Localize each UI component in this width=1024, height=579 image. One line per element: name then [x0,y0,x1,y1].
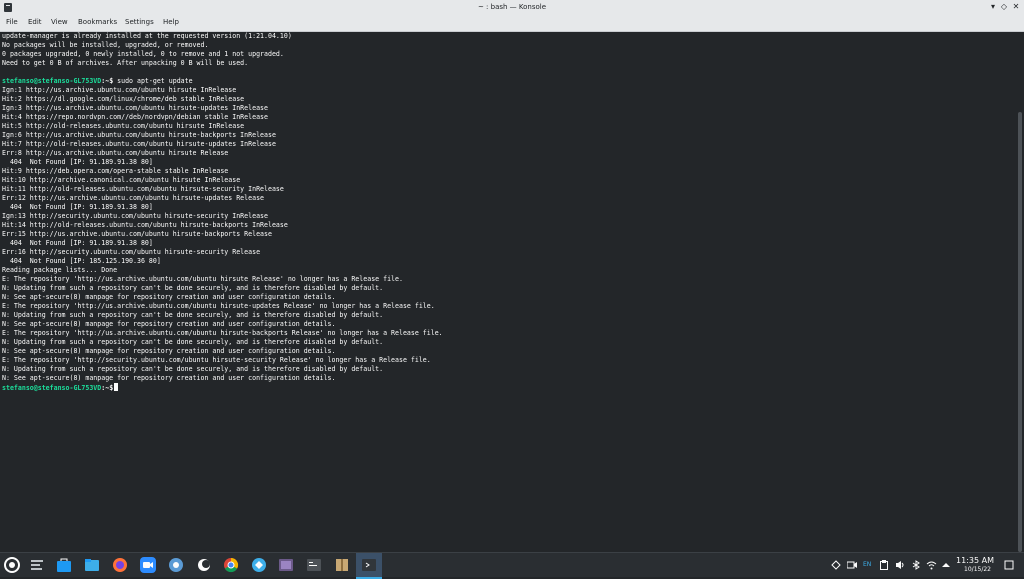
terminal-line: Hit:10 http://archive.canonical.com/ubun… [2,176,241,184]
prompt-path: :~$ [101,77,114,85]
minimize-button[interactable]: ▾ [988,2,998,12]
terminal-line: 404 Not Found [IP: 91.189.91.38 80] [2,239,153,247]
menu-view[interactable]: View [51,18,68,26]
clock-date[interactable]: 10/15/22 [964,566,991,573]
terminal-line: N: See apt-secure(8) manpage for reposit… [2,320,336,328]
chrome-icon[interactable] [222,556,240,574]
menu-edit[interactable]: Edit [28,18,42,26]
terminal-line: 404 Not Found [IP: 185.125.190.36 80] [2,257,161,265]
terminal-icon[interactable] [305,556,323,574]
network-icon[interactable] [926,560,937,570]
window-title: ~ : bash — Konsole [477,3,547,11]
discover-icon[interactable] [831,560,841,570]
terminal-line: Need to get 0 B of archives. After unpac… [2,59,249,67]
camera-icon[interactable] [847,560,857,570]
terminal-line: N: Updating from such a repository can't… [2,311,384,319]
terminal-line: 404 Not Found [IP: 91.189.91.38 80] [2,203,153,211]
terminal-line: N: Updating from such a repository can't… [2,365,384,373]
terminal-line: Ign:13 http://security.ubuntu.com/ubuntu… [2,212,268,220]
terminal-scrollbar[interactable] [1016,32,1024,552]
terminal-line: Err:16 http://security.ubuntu.com/ubuntu… [2,248,261,256]
menu-help[interactable]: Help [163,18,179,26]
archive-icon[interactable] [333,556,351,574]
thunderbird-icon[interactable] [195,556,213,574]
close-button[interactable]: ✕ [1011,2,1021,12]
terminal-line: Hit:9 https://deb.opera.com/opera-stable… [2,167,229,175]
prompt-user: stefanso@stefanso-GL753VD [2,384,102,392]
current-prompt-line[interactable]: stefanso@stefanso-GL753VD:~$ [2,383,119,392]
firefox-icon[interactable] [111,556,129,574]
menu-settings[interactable]: Settings [125,18,154,26]
terminal-line: Ign:6 http://us.archive.ubuntu.com/ubunt… [2,131,276,139]
keyboard-layout-icon[interactable]: EN [863,561,871,568]
konsole-icon[interactable] [360,556,378,574]
terminal-line: Hit:5 http://old-releases.ubuntu.com/ubu… [2,122,245,130]
app-launcher-icon[interactable] [3,556,21,574]
clock-time[interactable]: 11:35 AM [956,556,994,565]
scrollbar-thumb[interactable] [1018,112,1022,552]
store-icon[interactable] [55,556,73,574]
terminal-line: 0 packages upgraded, 0 newly installed, … [2,50,284,58]
prompt-path: :~$ [101,384,114,392]
terminal-line: Err:8 http://us.archive.ubuntu.com/ubunt… [2,149,229,157]
terminal-line: Hit:14 http://old-releases.ubuntu.com/ub… [2,221,288,229]
menu-bar: File Edit View Bookmarks Settings Help [0,15,1024,32]
zoom-icon[interactable] [139,556,157,574]
terminal-line: Reading package lists... Done [2,266,118,274]
clipboard-icon[interactable] [879,560,889,570]
terminal-line: 404 Not Found [IP: 91.189.91.38 80] [2,158,153,166]
menu-file[interactable]: File [6,18,18,26]
terminal-line: N: See apt-secure(8) manpage for reposit… [2,374,336,382]
terminal-line: N: See apt-secure(8) manpage for reposit… [2,347,336,355]
terminal-line: Ign:1 http://us.archive.ubuntu.com/ubunt… [2,86,237,94]
command-text: sudo apt-get update [113,77,193,85]
volume-icon[interactable] [895,560,905,570]
text-cursor [114,383,119,391]
bluetooth-icon[interactable] [911,560,921,570]
screenshot-icon[interactable] [277,556,295,574]
command-line: stefanso@stefanso-GL753VD:~$ sudo apt-ge… [2,77,193,86]
terminal-line: E: The repository 'http://us.archive.ubu… [2,275,403,283]
terminal-line: E: The repository 'http://security.ubunt… [2,356,431,364]
terminal-line: N: Updating from such a repository can't… [2,338,384,346]
terminal-line: E: The repository 'http://us.archive.ubu… [2,329,443,337]
terminal-line: Hit:7 http://old-releases.ubuntu.com/ubu… [2,140,276,148]
terminal-output[interactable]: update-manager is already installed at t… [0,32,1016,552]
menu-bookmarks[interactable]: Bookmarks [78,18,117,26]
terminal-line: No packages will be installed, upgraded,… [2,41,209,49]
terminal-line: E: The repository 'http://us.archive.ubu… [2,302,435,310]
terminal-line: Hit:11 http://old-releases.ubuntu.com/ub… [2,185,284,193]
taskbar: EN 11:35 AM 10/15/22 [0,552,1024,579]
files-icon[interactable] [83,556,101,574]
terminal-line: N: Updating from such a repository can't… [2,284,384,292]
terminal-line: Hit:2 https://dl.google.com/linux/chrome… [2,95,245,103]
terminal-line: Ign:3 http://us.archive.ubuntu.com/ubunt… [2,104,268,112]
window-titlebar[interactable]: ~ : bash — Konsole ▾ ◇ ✕ [0,0,1024,15]
prompt-user: stefanso@stefanso-GL753VD [2,77,102,85]
terminal-line: Hit:4 https://repo.nordvpn.com//deb/nord… [2,113,268,121]
chromium-icon[interactable] [167,556,185,574]
show-desktop-icon[interactable] [1004,560,1014,570]
maximize-button[interactable]: ◇ [999,2,1009,12]
task-manager-icon[interactable] [28,556,46,574]
terminal-line: Err:12 http://us.archive.ubuntu.com/ubun… [2,194,265,202]
tray-expand-icon[interactable] [942,561,950,569]
terminal-line: Err:15 http://us.archive.ubuntu.com/ubun… [2,230,272,238]
terminal-line: update-manager is already installed at t… [2,32,292,40]
terminal-line: N: See apt-secure(8) manpage for reposit… [2,293,336,301]
kde-connect-icon[interactable] [250,556,268,574]
